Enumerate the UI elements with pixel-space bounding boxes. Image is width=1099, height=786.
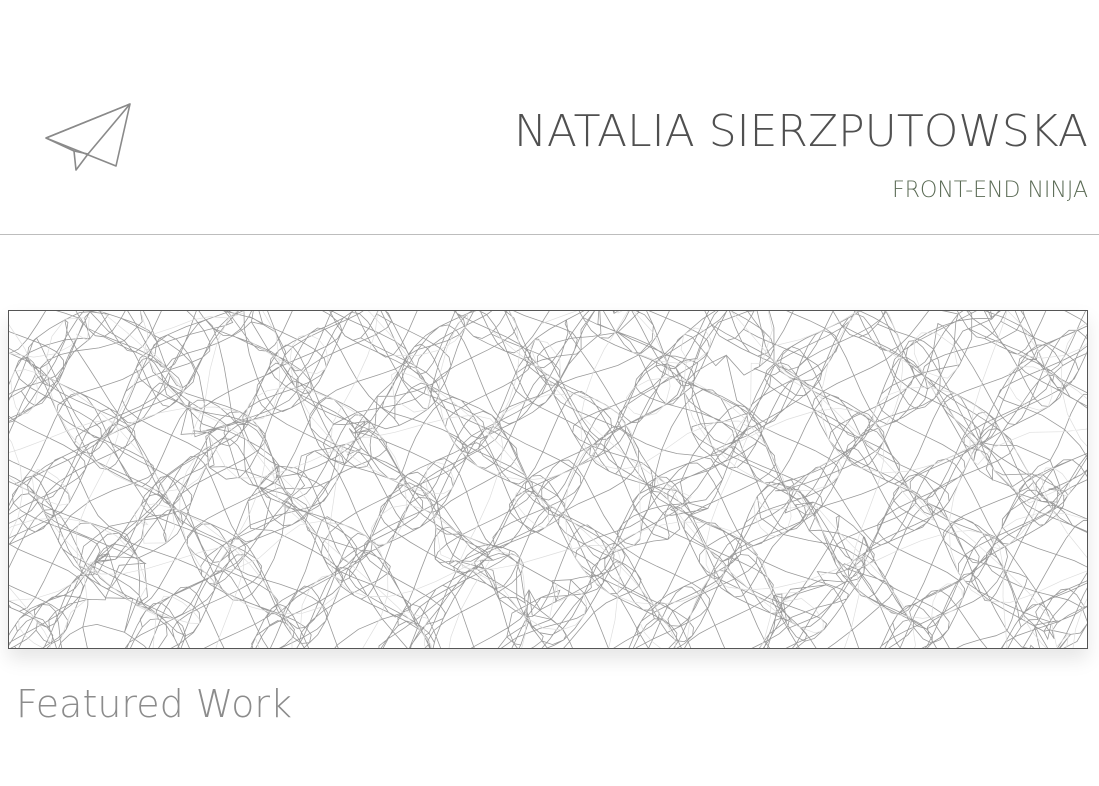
site-tagline: FRONT-END NINJA: [892, 178, 1088, 203]
site-owner-name: NATALIA SIERZPUTOWSKA: [513, 106, 1088, 157]
site-header: NATALIA SIERZPUTOWSKA FRONT-END NINJA: [0, 0, 1099, 235]
paper-plane-icon[interactable]: [44, 102, 134, 174]
pattern-grid-lines: [9, 311, 1087, 648]
hero-pattern-graphic: [9, 311, 1087, 648]
hero-pattern-banner: [8, 310, 1088, 649]
featured-work-heading: Featured Work: [16, 682, 293, 726]
